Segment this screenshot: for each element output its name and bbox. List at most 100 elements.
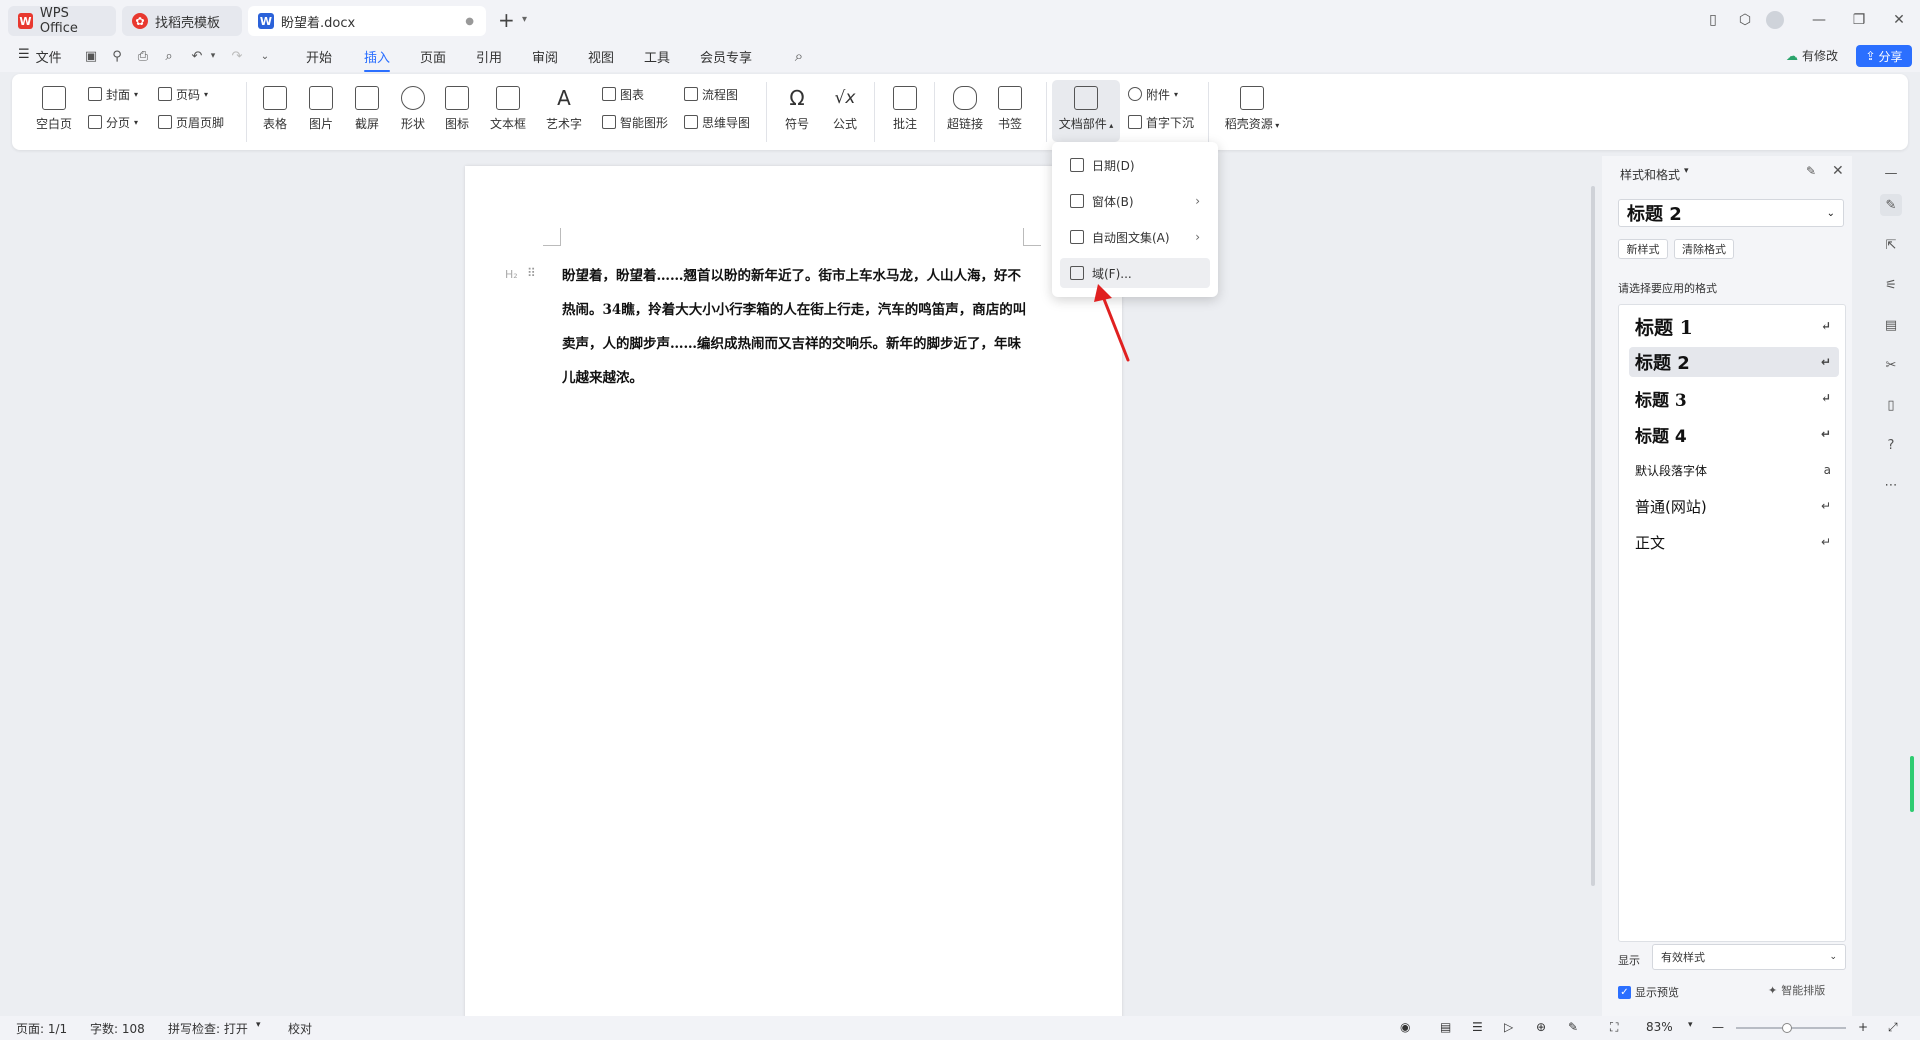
panel-title[interactable]: 样式和格式 ▾	[1620, 166, 1689, 183]
doc-parts-button[interactable]: 文档部件 ▴	[1052, 80, 1120, 142]
tab-list-chevron-icon[interactable]: ▾	[522, 14, 527, 25]
zoom-in-icon[interactable]: +	[1858, 1020, 1868, 1034]
spell-chevron-icon[interactable]: ▾	[256, 1020, 261, 1030]
menu-item-date[interactable]: 日期(D)	[1060, 150, 1210, 180]
style-item-normal-web[interactable]: 普通(网站) ↵	[1629, 491, 1839, 521]
style-item-default-font[interactable]: 默认段落字体 a	[1629, 455, 1839, 485]
eye-icon[interactable]: ◉	[1400, 1020, 1410, 1034]
menu-view[interactable]: 视图	[588, 47, 614, 66]
edit-doc-icon[interactable]: ▤	[1880, 314, 1902, 336]
page-number-button[interactable]: 页码 ▾	[158, 84, 208, 104]
smart-layout-button[interactable]: ✦ 智能排版	[1768, 982, 1825, 998]
close-icon[interactable]: ✕	[1888, 10, 1910, 30]
resources-button[interactable]: 稻壳资源 ▾	[1218, 86, 1286, 132]
menu-item-form[interactable]: 窗体(B) ›	[1060, 186, 1210, 216]
attachment-button[interactable]: 附件 ▾	[1128, 84, 1178, 104]
picture-button[interactable]: 图片	[298, 86, 344, 132]
show-filter-select[interactable]: 有效样式 ⌄	[1652, 944, 1846, 970]
unsaved-dot-icon[interactable]: ●	[465, 16, 474, 27]
more-icon[interactable]: ⋯	[1880, 474, 1902, 496]
cube-icon[interactable]: ⬡	[1734, 10, 1756, 30]
textbox-button[interactable]: 文本框	[482, 86, 534, 132]
screenshot-button[interactable]: 截屏	[344, 86, 390, 132]
chart-button[interactable]: 图表	[602, 84, 644, 104]
wordart-button[interactable]: A 艺术字	[538, 86, 590, 132]
page-view-icon[interactable]: ▤	[1440, 1020, 1451, 1034]
style-item-heading4[interactable]: 标题 4 ↵	[1629, 419, 1839, 449]
menu-review[interactable]: 审阅	[532, 47, 558, 66]
play-icon[interactable]: ▷	[1504, 1020, 1513, 1034]
minimize-icon[interactable]: —	[1808, 10, 1830, 30]
menu-page[interactable]: 页面	[420, 47, 446, 66]
style-item-heading1[interactable]: 标题 1 ↵	[1629, 311, 1839, 341]
share-button[interactable]: ⇪ 分享	[1856, 45, 1912, 67]
mindmap-button[interactable]: 思维导图	[684, 112, 750, 132]
header-footer-button[interactable]: 页眉页脚	[158, 112, 224, 132]
bookmark-button[interactable]: 书签	[990, 86, 1030, 132]
fullscreen-icon[interactable]: ⤢	[1888, 1020, 1898, 1035]
modify-status[interactable]: ☁ 有修改	[1786, 47, 1838, 64]
new-style-button[interactable]: 新样式	[1618, 239, 1668, 259]
tools-icon[interactable]: ✂	[1880, 354, 1902, 376]
avatar[interactable]	[1766, 11, 1784, 29]
select-cursor-icon[interactable]: ⇱	[1880, 234, 1902, 256]
zoom-chevron-icon[interactable]: ▾	[1688, 1020, 1693, 1030]
word-count[interactable]: 字数: 108	[90, 1020, 145, 1037]
panel-close-icon[interactable]: ✕	[1832, 163, 1844, 179]
tab-document[interactable]: W 盼望着.docx ●	[248, 6, 486, 36]
more-chevron-icon[interactable]: ⌄	[256, 47, 274, 65]
show-preview-checkbox[interactable]: ✓ 显示预览	[1618, 984, 1679, 1000]
spell-check[interactable]: 拼写检查: 打开	[168, 1020, 248, 1037]
menu-reference[interactable]: 引用	[476, 47, 502, 66]
vertical-scrollbar[interactable]	[1588, 156, 1598, 1016]
blank-page-button[interactable]: 空白页	[28, 86, 80, 132]
style-item-heading2[interactable]: 标题 2 ↵	[1629, 347, 1839, 377]
document-paragraph[interactable]: 盼望着，盼望着……翘首以盼的新年近了。街市上车水马龙，人山人海，好不热闹。34瞧…	[562, 259, 1032, 395]
tab-template-store[interactable]: ✿ 找稻壳模板	[122, 6, 242, 36]
icon-button[interactable]: 图标	[436, 86, 478, 132]
print-preview-icon[interactable]: ⌕	[160, 47, 178, 65]
tab-wps-office[interactable]: W WPS Office	[8, 6, 116, 36]
hyperlink-button[interactable]: 超链接	[942, 86, 988, 132]
layout-icon[interactable]: ▯	[1702, 10, 1724, 30]
book-icon[interactable]: ▯	[1880, 394, 1902, 416]
pen-icon[interactable]: ✎	[1568, 1020, 1578, 1034]
style-item-heading3[interactable]: 标题 3 ↵	[1629, 383, 1839, 413]
dropcap-button[interactable]: 首字下沉	[1128, 112, 1194, 132]
restore-icon[interactable]: ❐	[1848, 10, 1870, 30]
style-pen-icon[interactable]: ✎	[1880, 194, 1902, 216]
formula-button[interactable]: √x 公式	[822, 86, 868, 132]
undo-chevron-icon[interactable]: ▾	[204, 47, 222, 65]
menu-member[interactable]: 会员专享	[700, 47, 752, 66]
current-style-select[interactable]: 标题 2 ⌄	[1618, 199, 1844, 227]
collapse-icon[interactable]: —	[1880, 162, 1902, 184]
pin-icon[interactable]: ✎	[1806, 164, 1816, 178]
drag-handle-icon[interactable]: ⠿	[527, 266, 536, 280]
menu-home[interactable]: 开始	[306, 47, 332, 66]
zoom-level[interactable]: 83%	[1646, 1020, 1673, 1034]
zoom-out-icon[interactable]: —	[1712, 1020, 1724, 1034]
cover-button[interactable]: 封面 ▾	[88, 84, 138, 104]
menu-insert[interactable]: 插入	[364, 47, 391, 72]
scroll-thumb[interactable]	[1591, 186, 1595, 886]
smartart-button[interactable]: 智能图形	[602, 112, 668, 132]
menu-item-autotext[interactable]: 自动图文集(A) ›	[1060, 222, 1210, 252]
redo-icon[interactable]: ↷	[228, 47, 246, 65]
zoom-slider-handle[interactable]	[1782, 1023, 1792, 1033]
menu-tools[interactable]: 工具	[644, 47, 670, 66]
outline-view-icon[interactable]: ☰	[1472, 1020, 1483, 1034]
style-item-body[interactable]: 正文 ↵	[1629, 527, 1839, 557]
search-icon[interactable]: ⌕	[790, 47, 808, 65]
print-icon[interactable]: ⎙	[134, 47, 152, 65]
zoom-slider[interactable]	[1736, 1023, 1846, 1033]
proofread[interactable]: 校对	[288, 1020, 312, 1037]
flowchart-button[interactable]: 流程图	[684, 84, 738, 104]
link-icon[interactable]: ⚲	[108, 47, 126, 65]
shape-button[interactable]: 形状	[390, 86, 436, 132]
document-page[interactable]: H₂ ⠿ 盼望着，盼望着……翘首以盼的新年近了。街市上车水马龙，人山人海，好不热…	[465, 166, 1122, 1040]
fit-page-icon[interactable]: ⛶	[1610, 1020, 1618, 1035]
table-button[interactable]: 表格	[252, 86, 298, 132]
comment-button[interactable]: 批注	[882, 86, 928, 132]
symbol-button[interactable]: Ω 符号	[774, 86, 820, 132]
adjust-icon[interactable]: ⚟	[1880, 274, 1902, 296]
